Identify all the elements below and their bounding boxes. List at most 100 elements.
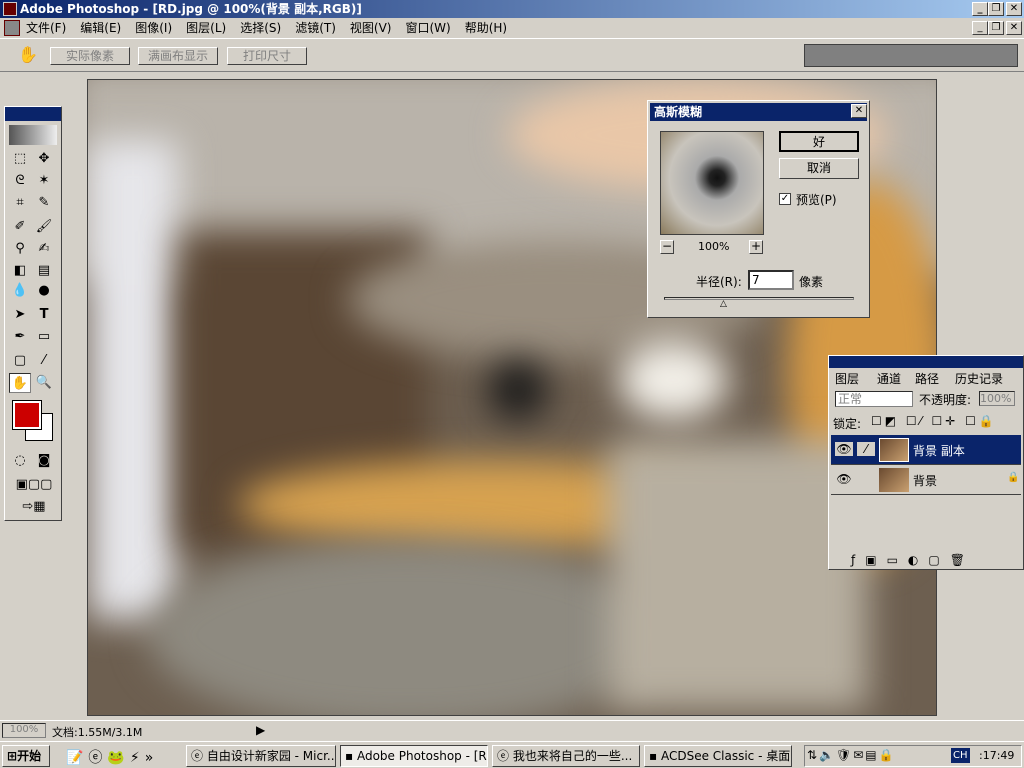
gaussian-blur-dialog: 高斯模糊 ✕ − 100% + 好 取消 ✓ 预览(P) 半径(R): 7 像素… (647, 100, 870, 318)
gradient-tool-icon[interactable]: ▤ (33, 261, 55, 281)
history-brush-icon[interactable]: ✍ (33, 239, 55, 259)
preview-zoom-label: 100% (698, 240, 730, 253)
opacity-input[interactable]: 100% (979, 391, 1015, 406)
menu-file[interactable]: 文件(F) (26, 21, 66, 35)
menu-help[interactable]: 帮助(H) (465, 21, 507, 35)
magic-wand-tool-icon[interactable]: ✶ (33, 171, 55, 191)
menu-window[interactable]: 窗口(W) (405, 21, 450, 35)
notes-tool-icon[interactable]: ▢ (9, 351, 31, 371)
eraser-tool-icon[interactable]: ◧ (9, 261, 31, 281)
zoom-tool-icon[interactable]: 🔍 (33, 373, 55, 393)
quick-mask-icon[interactable]: ◙ (33, 451, 55, 471)
brush-link-icon: ⁄ (857, 442, 875, 456)
taskbar-item-active[interactable]: ▪ Adobe Photoshop - [RD... (340, 745, 488, 767)
eyedropper-tool-icon[interactable]: ⁄ (33, 351, 55, 371)
status-bar: 100% 文档:1.55M/3.1M ▶ (0, 720, 1024, 740)
taskbar-item[interactable]: ▪ ACDSee Classic - 桌面 (644, 745, 792, 767)
doc-restore-button[interactable]: ❐ (988, 21, 1004, 35)
radius-input[interactable]: 7 (748, 270, 794, 290)
taskbar-item[interactable]: ⓔ 自由设计新家园 - Micr... (186, 745, 336, 767)
lasso-tool-icon[interactable]: ᘓ (9, 171, 31, 191)
layer-row[interactable]: 👁 背景 🔒 (831, 465, 1021, 495)
palette-well[interactable] (804, 44, 1018, 67)
menu-select[interactable]: 选择(S) (240, 21, 281, 35)
zoom-in-button[interactable]: + (749, 240, 763, 254)
layer-thumbnail (879, 468, 909, 492)
radius-slider-track[interactable] (664, 297, 854, 300)
menu-filter[interactable]: 滤镜(T) (295, 21, 336, 35)
title-bar: Adobe Photoshop - [RD.jpg @ 100%(背景 副本,R… (0, 0, 1024, 18)
status-menu-arrow[interactable]: ▶ (256, 723, 265, 737)
lock-options-icons[interactable]: ☐◩ ☐⁄ ☐✛ ☐🔒 (871, 414, 997, 428)
options-bar: ✋ 实际像素 满画布显示 打印尺寸 (0, 38, 1024, 72)
jump-to-imageready-icon[interactable]: ⇨▦ (7, 497, 61, 517)
radius-unit: 像素 (799, 275, 824, 289)
print-size-button[interactable]: 打印尺寸 (227, 47, 307, 65)
close-button[interactable]: ✕ (1006, 2, 1022, 16)
tab-history[interactable]: 历史记录 (955, 371, 1003, 387)
actual-pixels-button[interactable]: 实际像素 (50, 47, 130, 65)
doc-minimize-button[interactable]: _ (972, 21, 988, 35)
dialog-close-button[interactable]: ✕ (851, 104, 867, 118)
panel-titlebar[interactable] (829, 356, 1023, 368)
layers-panel: 图层 通道 路径 历史记录 正常 不透明度: 100% 锁定: ☐◩ ☐⁄ ☐✛… (828, 355, 1024, 570)
move-tool-icon[interactable]: ✥ (33, 149, 55, 169)
minimize-button[interactable]: _ (972, 2, 988, 16)
foreground-color-swatch[interactable] (12, 400, 42, 430)
screen-mode-icons[interactable]: ▣▢▢ (7, 475, 61, 495)
hand-tool-icon[interactable]: ✋ (9, 373, 31, 393)
doc-size: 文档:1.55M/3.1M (52, 726, 143, 739)
slice-tool-icon[interactable]: ✎ (33, 193, 55, 213)
layer-name: 背景 (913, 474, 938, 488)
stamp-tool-icon[interactable]: ⚲ (9, 239, 31, 259)
window-title: Adobe Photoshop - [RD.jpg @ 100%(背景 副本,R… (20, 2, 362, 16)
shape-tool-icon[interactable]: ▭ (33, 327, 55, 347)
zoom-field[interactable]: 100% (2, 723, 46, 738)
tab-channels[interactable]: 通道 (877, 371, 901, 387)
toolbox: ⬚ ✥ ᘓ ✶ ⌗ ✎ ✐ 🖌 ⚲ ✍ ◧ ▤ 💧 ● ➤ T ✒ ▭ ▢ ⁄ … (4, 106, 62, 521)
opacity-label: 不透明度: (919, 393, 972, 407)
layer-row[interactable]: 👁 ⁄ 背景 副本 (831, 435, 1021, 465)
visibility-eye-icon[interactable]: 👁 (835, 472, 853, 486)
pen-tool-icon[interactable]: ✒ (9, 327, 31, 347)
menu-layer[interactable]: 图层(L) (186, 21, 226, 35)
preview-thumbnail[interactable] (660, 131, 764, 235)
visibility-eye-icon[interactable]: 👁 (835, 442, 853, 456)
crop-tool-icon[interactable]: ⌗ (9, 193, 31, 213)
healing-brush-icon[interactable]: ✐ (9, 217, 31, 237)
restore-button[interactable]: ❐ (988, 2, 1004, 16)
tab-layers[interactable]: 图层 (835, 371, 860, 387)
blend-mode-select[interactable]: 正常 (835, 391, 913, 407)
document-icon (4, 20, 20, 36)
quick-launch-icons[interactable]: 📝ⓔ🐸⚡» (66, 747, 158, 767)
hand-icon: ✋ (18, 45, 38, 64)
toolbox-titlebar[interactable] (5, 107, 61, 121)
lock-label: 锁定: (833, 417, 862, 431)
standard-mode-icon[interactable]: ◌ (9, 451, 31, 471)
radius-slider-handle[interactable]: △ (720, 299, 727, 309)
zoom-out-button[interactable]: − (660, 240, 674, 254)
blur-tool-icon[interactable]: 💧 (9, 281, 31, 301)
tray-icons[interactable]: ⇅🔈🛡✉▤🔒 (807, 748, 896, 762)
start-button[interactable]: ⊞开始 (2, 745, 50, 767)
type-tool-icon[interactable]: T (33, 305, 55, 325)
brush-tool-icon[interactable]: 🖌 (33, 217, 55, 237)
cancel-button[interactable]: 取消 (779, 158, 859, 179)
fit-screen-button[interactable]: 满画布显示 (138, 47, 218, 65)
preview-checkbox[interactable]: ✓ (779, 193, 791, 205)
panel-bottom-buttons[interactable]: ƒ▣▭◐▢🗑 (851, 553, 975, 567)
menu-image[interactable]: 图像(I) (135, 21, 172, 35)
clock: :17:49 (979, 749, 1015, 762)
ok-button[interactable]: 好 (779, 131, 859, 152)
menu-view[interactable]: 视图(V) (350, 21, 392, 35)
layer-thumbnail (879, 438, 909, 462)
tab-paths[interactable]: 路径 (915, 371, 939, 387)
marquee-tool-icon[interactable]: ⬚ (9, 149, 31, 169)
layer-name: 背景 副本 (913, 444, 965, 458)
menu-edit[interactable]: 编辑(E) (80, 21, 121, 35)
taskbar-item[interactable]: ⓔ 我也来将自己的一些... (492, 745, 640, 767)
language-indicator[interactable]: CH (951, 748, 970, 763)
doc-close-button[interactable]: ✕ (1006, 21, 1022, 35)
path-select-icon[interactable]: ➤ (9, 305, 31, 325)
dodge-tool-icon[interactable]: ● (33, 281, 55, 301)
